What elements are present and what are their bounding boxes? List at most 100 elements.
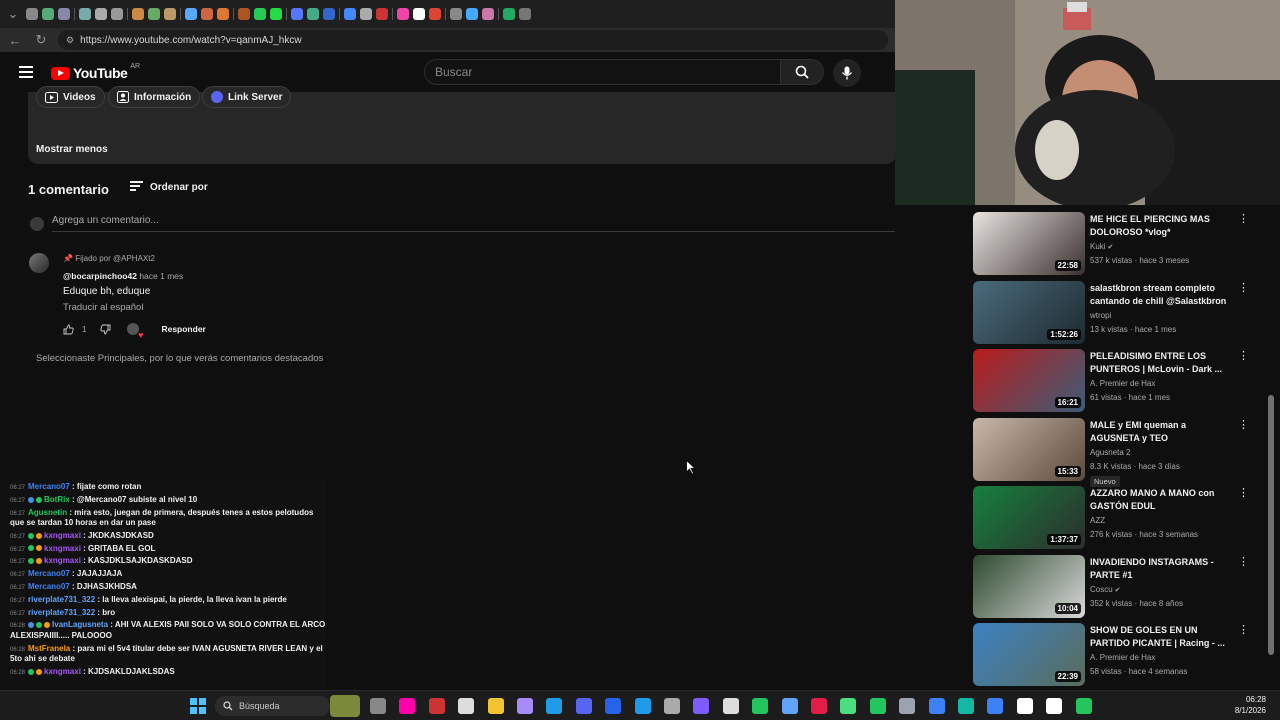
add-comment-input[interactable]: Agrega un comentario... bbox=[52, 215, 159, 226]
start-menu-icon[interactable] bbox=[190, 698, 206, 714]
taskbar-app-icon[interactable] bbox=[899, 698, 916, 714]
tab-favicon[interactable] bbox=[185, 8, 197, 20]
site-info-icon[interactable]: ⚙ bbox=[66, 35, 74, 46]
channel-name[interactable]: wtropi bbox=[1090, 311, 1111, 320]
video-thumbnail[interactable]: 10:04 bbox=[973, 554, 1085, 618]
tab-favicon[interactable] bbox=[307, 8, 319, 20]
taskbar-search[interactable]: Búsqueda bbox=[215, 696, 330, 716]
taskbar-app-icon[interactable] bbox=[664, 698, 680, 714]
show-less-button[interactable]: Mostrar menos bbox=[36, 144, 108, 155]
video-title[interactable]: ME HICE EL PIERCING MAS DOLOROSO *vlog* bbox=[1090, 213, 1230, 239]
more-actions-icon[interactable]: ⋮ bbox=[1238, 351, 1249, 362]
channel-name[interactable]: Agusneta 2 bbox=[1090, 448, 1130, 457]
tab-favicon[interactable] bbox=[360, 8, 372, 20]
chat-username[interactable]: Mercano07 bbox=[28, 569, 70, 578]
taskbar-app-icon[interactable] bbox=[370, 698, 386, 714]
taskbar-app-icon[interactable] bbox=[693, 698, 710, 714]
comment-time[interactable]: hace 1 mes bbox=[139, 271, 183, 281]
taskbar-app-icon[interactable] bbox=[1075, 698, 1092, 714]
taskbar-app-icon[interactable] bbox=[458, 698, 475, 714]
taskbar-app-icon[interactable] bbox=[1046, 698, 1063, 714]
search-button[interactable] bbox=[780, 59, 824, 85]
recommended-video[interactable]: 10:04 INVADIENDO INSTAGRAMS - PARTE #1 Cos… bbox=[973, 554, 1273, 619]
channel-name[interactable]: AZZ bbox=[1090, 516, 1105, 525]
recommended-video[interactable]: 1:52:26 salastkbron stream completo canta… bbox=[973, 280, 1273, 345]
translate-link[interactable]: Traducir al español bbox=[63, 302, 143, 313]
tab-favicon[interactable] bbox=[217, 8, 229, 20]
tab-favicon[interactable] bbox=[58, 8, 70, 20]
reload-icon[interactable]: ↻ bbox=[32, 32, 50, 48]
sort-comments-button[interactable]: Ordenar por bbox=[130, 181, 208, 193]
tab-favicon[interactable] bbox=[132, 8, 144, 20]
dislike-icon[interactable] bbox=[100, 324, 111, 335]
taskbar-app-icon[interactable] bbox=[781, 698, 798, 714]
recommended-video[interactable]: 22:58 ME HICE EL PIERCING MAS DOLOROSO *v… bbox=[973, 212, 1273, 276]
youtube-logo[interactable]: YouTube AR bbox=[51, 63, 140, 81]
channel-name[interactable]: Coscu ✔ bbox=[1090, 585, 1121, 594]
comment-author-avatar[interactable] bbox=[29, 253, 49, 273]
taskbar-app-icon[interactable] bbox=[958, 698, 974, 714]
url-field[interactable]: ⚙ https://www.youtube.com/watch?v=qanmAJ… bbox=[58, 30, 888, 50]
chat-username[interactable]: MstFranela bbox=[28, 644, 70, 653]
taskbar-app-icon[interactable] bbox=[546, 698, 563, 714]
tab-favicon[interactable] bbox=[111, 8, 123, 20]
channel-name[interactable]: Kuki ✔ bbox=[1090, 242, 1113, 251]
taskbar-app-icon[interactable] bbox=[575, 698, 592, 714]
more-actions-icon[interactable]: ⋮ bbox=[1238, 419, 1249, 431]
chat-username[interactable]: kxngmaxi bbox=[44, 531, 81, 540]
video-title[interactable]: salastkbron stream completo cantando de … bbox=[1090, 282, 1230, 308]
taskbar-clock[interactable]: 06:28 8/1/2026 bbox=[1218, 694, 1266, 716]
chat-username[interactable]: Mercano07 bbox=[28, 582, 70, 591]
video-thumbnail[interactable]: 16:21 bbox=[973, 349, 1085, 412]
more-actions-icon[interactable]: ⋮ bbox=[1238, 625, 1249, 636]
tab-favicon[interactable] bbox=[164, 8, 176, 20]
chat-username[interactable]: riverplate731_322 bbox=[28, 608, 95, 617]
taskbar-app-icon[interactable] bbox=[634, 698, 651, 714]
taskbar-app-icon[interactable] bbox=[928, 698, 945, 714]
chat-username[interactable]: kxngmaxi bbox=[44, 556, 81, 565]
taskbar-app-icon[interactable] bbox=[811, 698, 827, 714]
voice-search-button[interactable] bbox=[833, 59, 861, 87]
video-thumbnail[interactable]: 22:39 bbox=[973, 623, 1085, 686]
tab-favicon[interactable] bbox=[201, 8, 213, 20]
tab-favicon[interactable] bbox=[450, 8, 462, 20]
taskbar-app-icon[interactable] bbox=[428, 698, 445, 714]
tab-favicon[interactable] bbox=[429, 8, 441, 20]
taskbar-app-icon[interactable] bbox=[722, 698, 739, 714]
video-thumbnail[interactable]: 1:52:26 bbox=[973, 280, 1085, 344]
recommended-video[interactable]: 1:37:37 AZZARO MANO A MANO con GASTÓN EDU… bbox=[973, 486, 1273, 550]
recommended-video[interactable]: 15:33 MALE y EMI queman a AGUSNETA y TEO A… bbox=[973, 417, 1273, 487]
chat-username[interactable]: IvanLagusneta bbox=[52, 620, 108, 629]
chat-username[interactable]: Mercano07 bbox=[28, 482, 70, 491]
more-actions-icon[interactable]: ⋮ bbox=[1238, 556, 1249, 568]
video-title[interactable]: AZZARO MANO A MANO con GASTÓN EDUL bbox=[1090, 487, 1230, 513]
tab-favicon[interactable] bbox=[344, 8, 356, 20]
recommended-video[interactable]: 16:21 PELEADISIMO ENTRE LOS PUNTEROS | Mc… bbox=[973, 349, 1273, 413]
chat-username[interactable]: riverplate731_322 bbox=[28, 595, 95, 604]
taskbar-app-icon[interactable] bbox=[399, 698, 416, 714]
tab-favicon[interactable] bbox=[238, 8, 250, 20]
tab-favicon[interactable] bbox=[413, 8, 425, 20]
taskbar-app-icon[interactable] bbox=[752, 698, 769, 714]
chip-link-server[interactable]: Link Server bbox=[202, 86, 292, 108]
tab-favicon[interactable] bbox=[376, 8, 388, 20]
tab-favicon[interactable] bbox=[397, 8, 409, 20]
taskbar-app-icon[interactable] bbox=[869, 698, 886, 714]
tab-favicon[interactable] bbox=[503, 8, 515, 20]
taskbar-app-icon[interactable] bbox=[487, 698, 504, 714]
tab-favicon[interactable] bbox=[148, 8, 160, 20]
chip-informacion[interactable]: Información bbox=[108, 86, 201, 108]
chat-username[interactable]: Agusnetin bbox=[28, 508, 67, 517]
tab-favicon[interactable] bbox=[323, 8, 335, 20]
video-thumbnail[interactable]: 1:37:37 bbox=[973, 486, 1085, 549]
tab-favicon[interactable] bbox=[254, 8, 266, 20]
tab-favicon[interactable] bbox=[482, 8, 494, 20]
video-title[interactable]: PELEADISIMO ENTRE LOS PUNTEROS | McLovin… bbox=[1090, 350, 1230, 376]
taskbar-app-icon[interactable] bbox=[840, 698, 857, 714]
video-thumbnail[interactable]: 15:33 bbox=[973, 417, 1085, 481]
widgets-icon[interactable] bbox=[330, 695, 360, 717]
chip-videos[interactable]: Videos bbox=[36, 86, 105, 108]
chat-username[interactable]: BotRix bbox=[44, 495, 70, 504]
taskbar-app-icon[interactable] bbox=[1016, 698, 1033, 714]
recommended-video[interactable]: 22:39 SHOW DE GOLES EN UN PARTIDO PICANTE… bbox=[973, 623, 1273, 687]
